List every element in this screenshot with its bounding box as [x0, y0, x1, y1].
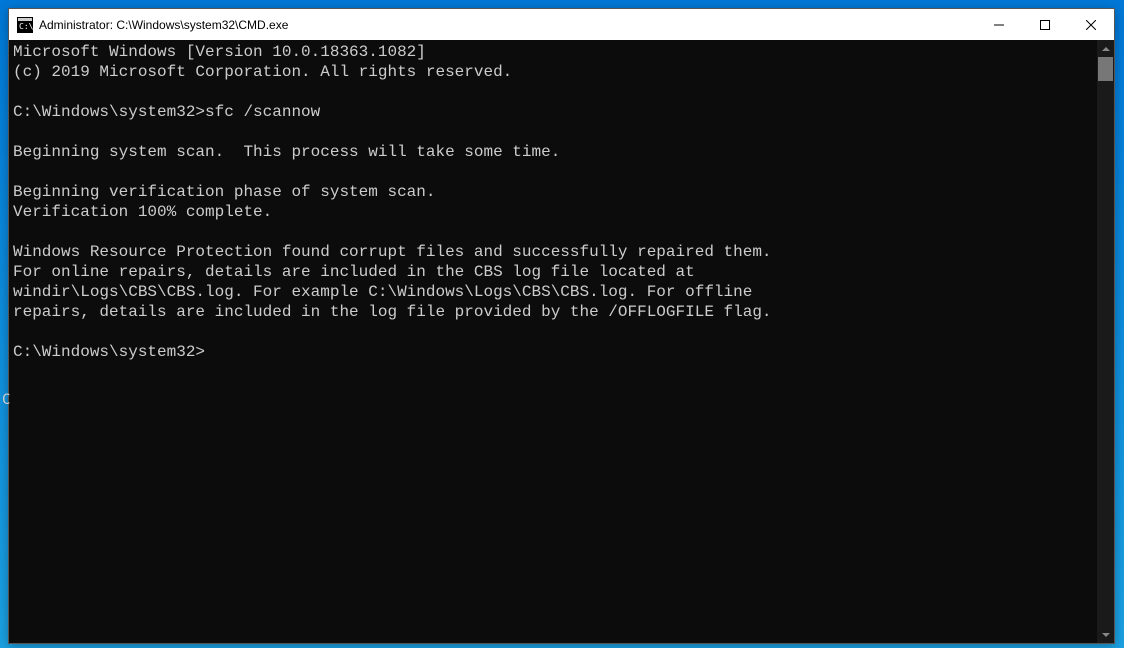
console-line [13, 162, 1097, 182]
close-button[interactable] [1068, 9, 1114, 40]
window-controls [976, 9, 1114, 40]
console-line: Verification 100% complete. [13, 202, 1097, 222]
console-line: (c) 2019 Microsoft Corporation. All righ… [13, 62, 1097, 82]
console-line: For online repairs, details are included… [13, 262, 1097, 282]
console-line [13, 382, 1097, 402]
console-line: C:\Windows\system32>sfc /scannow [13, 102, 1097, 122]
svg-text:C:\: C:\ [19, 22, 33, 31]
console-line [13, 222, 1097, 242]
app-icon: C:\ [17, 17, 33, 33]
console-line [13, 122, 1097, 142]
console-line: Beginning system scan. This process will… [13, 142, 1097, 162]
console-line [13, 362, 1097, 382]
vertical-scrollbar[interactable] [1097, 40, 1114, 643]
console-line: Windows Resource Protection found corrup… [13, 242, 1097, 262]
titlebar[interactable]: C:\ Administrator: C:\Windows\system32\C… [9, 9, 1114, 40]
console-line: Microsoft Windows [Version 10.0.18363.10… [13, 42, 1097, 62]
window-title: Administrator: C:\Windows\system32\CMD.e… [39, 18, 976, 32]
console-line: windir\Logs\CBS\CBS.log. For example C:\… [13, 282, 1097, 302]
console-output: Microsoft Windows [Version 10.0.18363.10… [13, 42, 1097, 402]
console-line [13, 322, 1097, 342]
console-area[interactable]: Microsoft Windows [Version 10.0.18363.10… [9, 40, 1114, 643]
console-line [13, 82, 1097, 102]
background-char: C [2, 392, 10, 408]
minimize-button[interactable] [976, 9, 1022, 40]
scroll-down-arrow[interactable] [1097, 626, 1114, 643]
console-line: C:\Windows\system32> [13, 342, 1097, 362]
scrollbar-thumb[interactable] [1098, 57, 1113, 81]
cmd-window: C:\ Administrator: C:\Windows\system32\C… [8, 8, 1115, 644]
console-line: Beginning verification phase of system s… [13, 182, 1097, 202]
scroll-up-arrow[interactable] [1097, 40, 1114, 57]
console-line: repairs, details are included in the log… [13, 302, 1097, 322]
maximize-button[interactable] [1022, 9, 1068, 40]
